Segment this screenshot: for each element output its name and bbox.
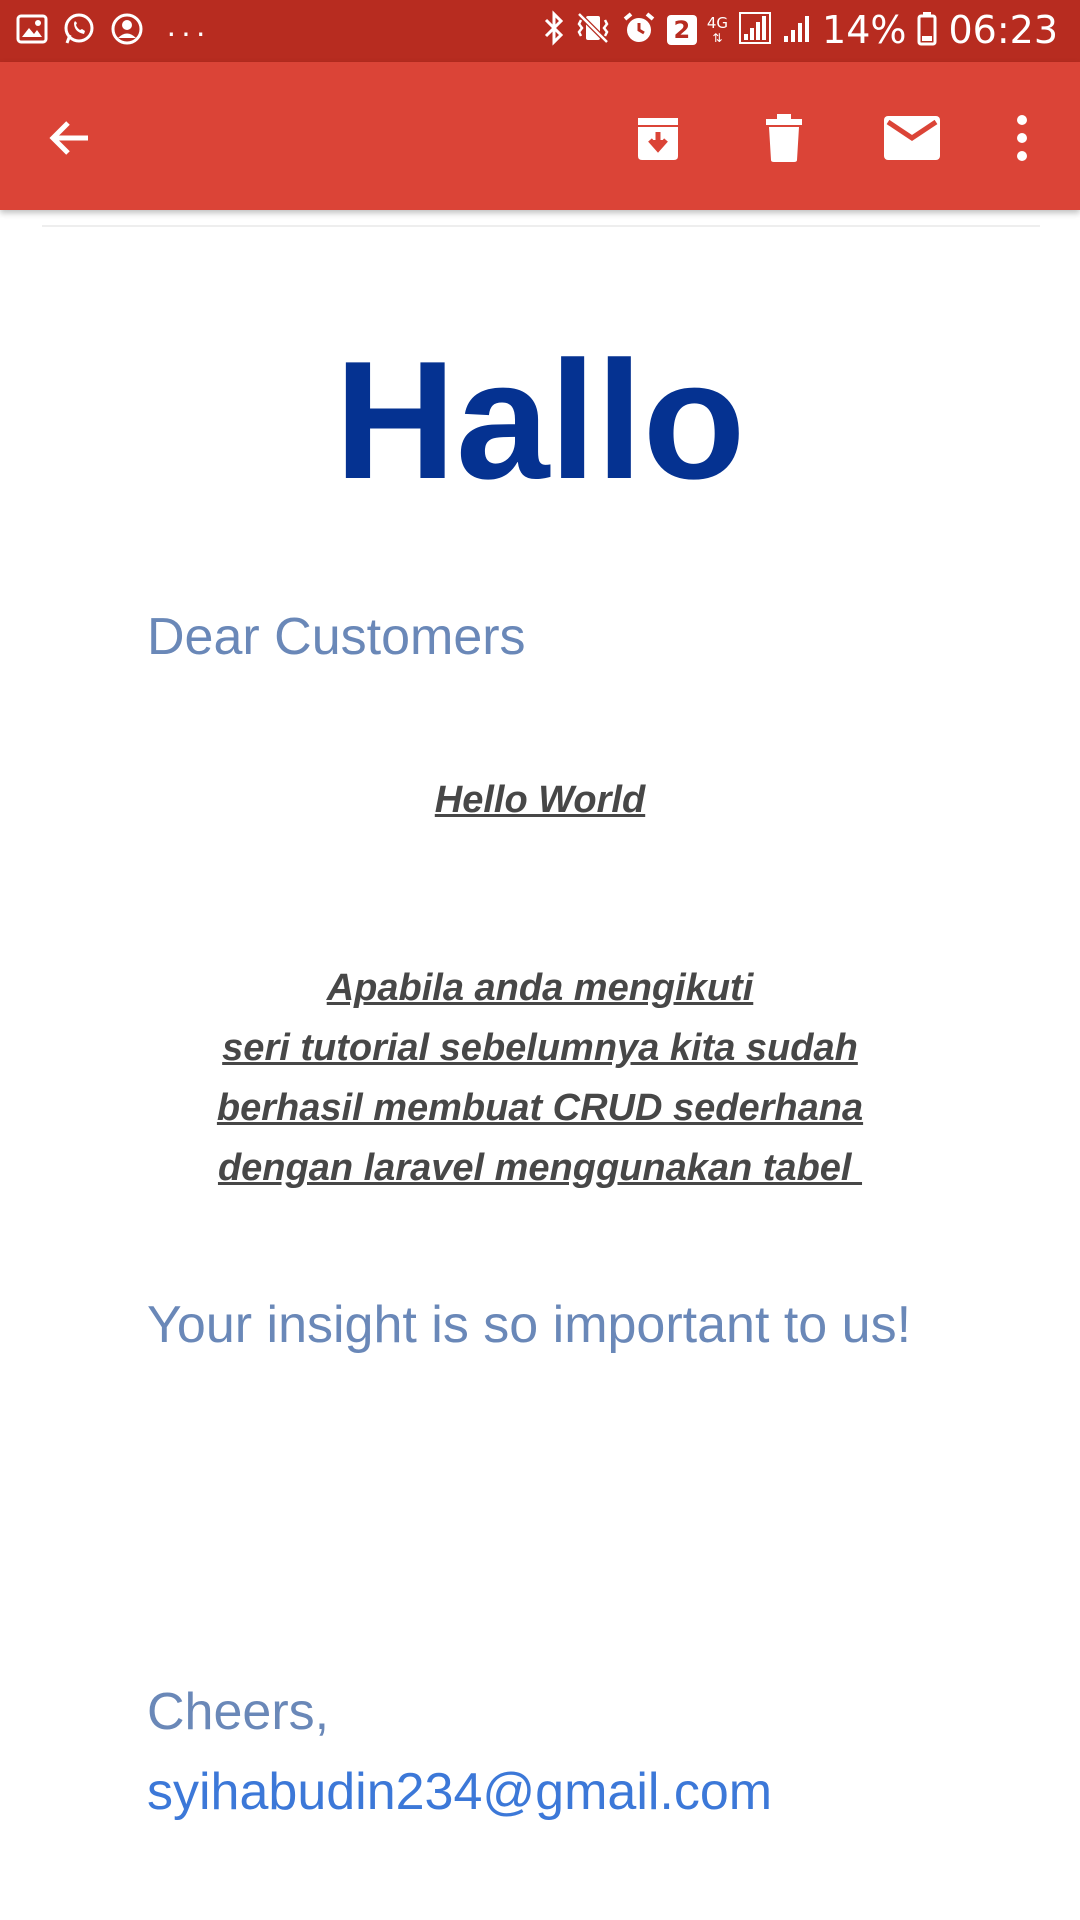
mark-unread-button[interactable] [880,106,944,170]
delete-button[interactable] [752,106,816,170]
bluetooth-icon [543,9,565,51]
paragraph-line: Apabila anda mengikuti [326,967,754,1009]
vibrate-icon [575,10,611,51]
content-divider [42,225,1040,227]
whatsapp-icon [62,12,96,51]
signal-icon-2 [782,10,812,51]
paragraph-line: berhasil membuat CRUD sederhana [216,1087,864,1129]
delete-icon [766,114,802,162]
status-bar: ··· 2 4G ⇅ 14% 06:23 [0,0,1080,62]
battery-percent: 14% [822,8,907,52]
status-left: ··· [16,12,210,51]
back-button[interactable] [38,106,102,170]
4g-icon: 4G ⇅ [706,13,729,45]
email-toolbar [0,62,1080,210]
paragraph-line: dengan laravel menggunakan tabel [217,1147,863,1189]
back-arrow-icon [49,121,88,155]
archive-icon [638,118,678,160]
sim-2-icon: 2 [666,15,697,45]
more-notifications: ··· [166,13,210,50]
network-type: 4G [706,13,729,32]
more-vert-icon [1017,115,1027,161]
closing-text: Cheers, [147,1683,330,1741]
greeting: Dear Customers [147,608,526,666]
gallery-icon [16,13,48,50]
account-icon [110,12,144,51]
sender-email-link[interactable]: syihabudin234@gmail.com [147,1752,772,1832]
paragraph-line: seri tutorial sebelumnya kita sudah [222,1027,858,1069]
insight-text: Your insight is so important to us! [147,1296,912,1354]
more-options-button[interactable] [990,106,1054,170]
signal-icon [738,10,772,51]
tutorial-paragraph: Apabila anda mengikuti seri tutorial seb… [0,958,1080,1198]
email-heading: Hallo [334,326,746,514]
clock: 06:23 [948,8,1058,52]
alarm-icon [621,10,657,51]
battery-icon [916,10,938,51]
mark-unread-icon [884,116,940,160]
archive-button[interactable] [626,106,690,170]
hello-world-text: Hello World [434,779,646,821]
status-right: 2 4G ⇅ 14% 06:23 [543,8,1058,52]
